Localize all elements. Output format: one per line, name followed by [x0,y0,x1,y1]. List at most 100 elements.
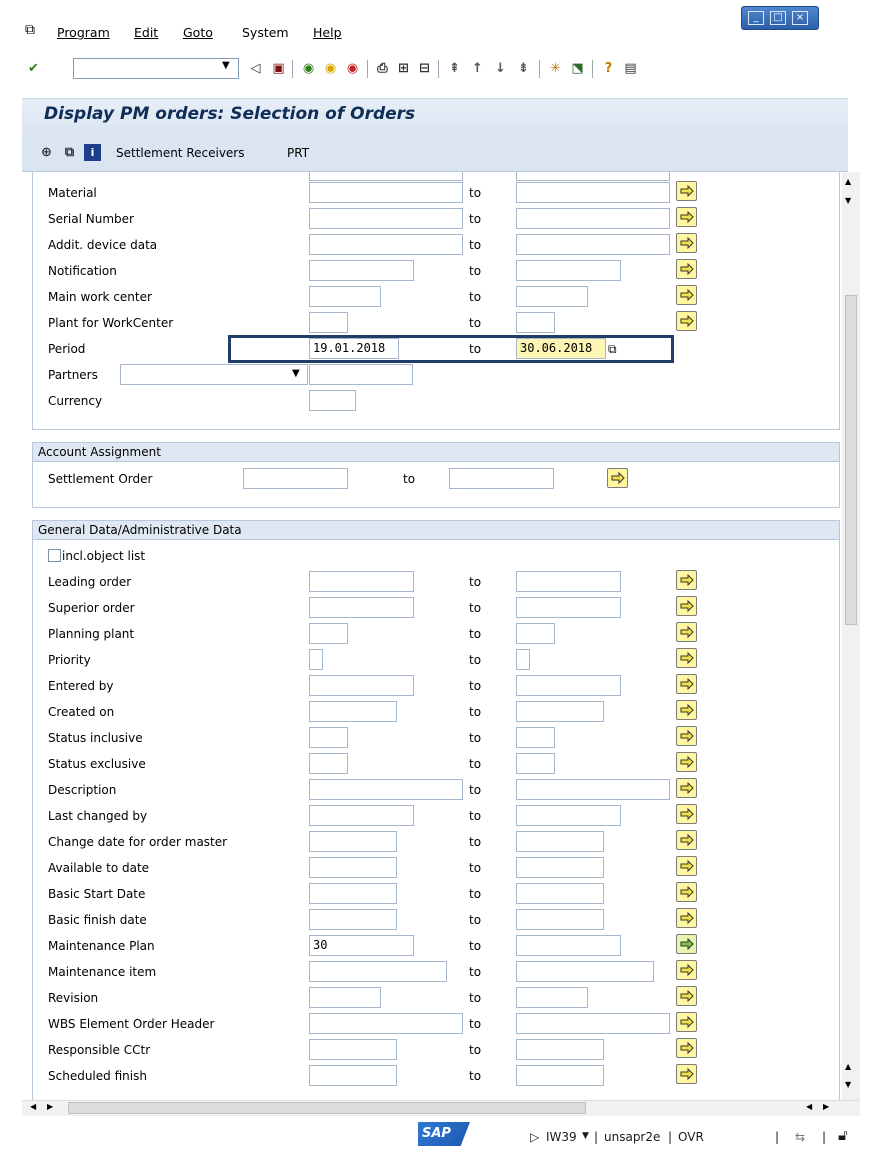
range-from-input[interactable] [309,286,381,307]
multiple-selection-button[interactable] [676,908,697,928]
multiple-selection-button[interactable] [676,207,697,227]
info-icon[interactable]: i [84,144,101,161]
range-to-input[interactable] [516,312,555,333]
find-next-icon[interactable]: ⊟ [416,60,433,77]
range-from-input[interactable] [309,571,414,592]
menu-goto[interactable]: Goto [183,25,213,40]
menu-system[interactable]: System [242,25,289,40]
exit-icon[interactable]: ◉ [322,60,339,77]
range-from-input[interactable] [309,260,414,281]
multiple-selection-button[interactable] [676,648,697,668]
range-from-input[interactable] [309,753,348,774]
range-from-input[interactable] [309,961,447,982]
execute-icon[interactable]: ⊕ [38,144,55,161]
multiple-selection-button[interactable] [676,726,697,746]
insert-mode[interactable]: OVR [678,1130,704,1144]
range-to-input[interactable] [516,805,621,826]
scroll-down-icon[interactable]: ▼ [845,196,851,205]
lock-icon[interactable]: 🔓︎ [838,1126,848,1144]
partners-value-input[interactable] [309,364,413,385]
menu-help[interactable]: Help [313,25,342,40]
range-from-input[interactable] [309,623,348,644]
range-from-input[interactable] [309,208,463,229]
range-to-input[interactable] [516,883,604,904]
range-to-input[interactable] [516,1013,670,1034]
settlement-receivers-button[interactable]: Settlement Receivers [116,146,245,160]
range-from-input[interactable] [309,805,414,826]
range-to-input[interactable] [516,753,555,774]
cancel-icon[interactable]: ◉ [344,60,361,77]
range-from-input[interactable] [309,857,397,878]
transaction-code[interactable]: IW39 [546,1130,577,1144]
range-to-input[interactable] [516,831,604,852]
range-from-input[interactable] [309,727,348,748]
range-from-input[interactable] [309,701,397,722]
new-session-icon[interactable]: ✳ [547,60,564,77]
range-to-input[interactable] [516,234,670,255]
range-to-input[interactable] [516,961,654,982]
multiple-selection-button[interactable] [676,285,697,305]
multiple-selection-button[interactable] [676,596,697,616]
incl-object-list-checkbox[interactable] [48,549,61,562]
multiple-selection-button[interactable] [676,622,697,642]
calendar-icon[interactable]: ⧉ [608,342,617,357]
multiple-selection-button[interactable] [676,752,697,772]
range-to-input[interactable] [516,597,621,618]
maximize-icon[interactable]: □ [770,11,786,25]
back-icon[interactable]: ◉ [300,60,317,77]
multiple-selection-button[interactable] [676,311,697,331]
multiple-selection-button[interactable] [676,570,697,590]
find-icon[interactable]: ⊞ [395,60,412,77]
menu-icon[interactable]: ⧉ [25,22,35,38]
range-from-input[interactable] [309,1039,397,1060]
help-icon[interactable]: ? [600,60,617,77]
scroll-left-icon[interactable]: ◀ [30,1102,36,1111]
next-page-icon[interactable]: ↓ [492,60,509,77]
multiple-selection-button[interactable] [676,1038,697,1058]
range-to-input[interactable] [516,727,555,748]
range-from-input[interactable] [309,182,463,203]
range-to-input[interactable] [516,779,670,800]
range-to-input[interactable] [516,675,621,696]
command-dropdown-icon[interactable]: ▼ [222,60,230,71]
settlement-order-from-input[interactable] [243,468,348,489]
multiple-selection-button[interactable] [676,700,697,720]
scroll-up-icon[interactable]: ▲ [845,1062,851,1071]
enter-check-icon[interactable]: ✔ [25,60,42,77]
horizontal-scroll-thumb[interactable] [68,1102,586,1114]
partners-select[interactable] [120,364,308,385]
layout-menu-icon[interactable]: ▤ [622,60,639,77]
range-to-input[interactable] [516,935,621,956]
range-from-input[interactable] [309,1065,397,1086]
range-from-input[interactable] [309,779,463,800]
scroll-right-icon[interactable]: ▶ [823,1102,829,1111]
range-to-input[interactable] [516,286,588,307]
multiple-selection-button[interactable] [676,1064,697,1084]
menu-edit[interactable]: Edit [134,25,158,40]
command-field[interactable] [73,58,239,79]
settlement-order-multiple-selection-button[interactable] [607,468,628,488]
range-from-input[interactable]: 19.01.2018 [309,338,399,359]
range-to-input[interactable] [516,260,621,281]
range-from-input[interactable] [309,909,397,930]
currency-input[interactable] [309,390,356,411]
range-to-input[interactable] [516,909,604,930]
multiple-selection-button[interactable] [676,830,697,850]
range-from-input[interactable]: 30 [309,935,414,956]
range-to-input[interactable] [516,182,670,203]
range-to-input[interactable] [516,857,604,878]
print-icon[interactable]: ⎙ [374,60,391,77]
range-to-input[interactable] [516,701,604,722]
range-from-input[interactable] [309,675,414,696]
multiple-selection-button[interactable] [676,804,697,824]
range-to-input[interactable] [516,1065,604,1086]
scroll-down-icon[interactable]: ▼ [845,1080,851,1089]
last-page-icon[interactable]: ⇟ [515,60,532,77]
range-from-input[interactable] [309,987,381,1008]
equipment-from-input[interactable] [309,172,463,181]
equipment-to-input[interactable] [516,172,670,181]
save-icon[interactable]: ▣ [270,60,287,77]
range-to-input[interactable] [516,208,670,229]
range-to-input[interactable] [516,623,555,644]
range-from-input[interactable] [309,831,397,852]
